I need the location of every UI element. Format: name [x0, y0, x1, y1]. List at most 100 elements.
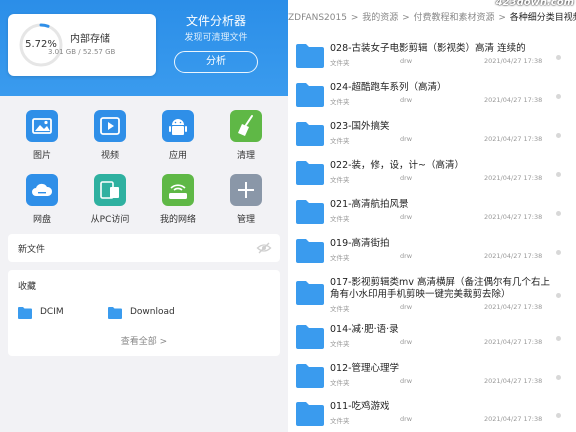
favorite-label: Download: [130, 307, 175, 317]
folder-date: 2021/04/27 17:38: [484, 252, 543, 260]
select-indicator[interactable]: [556, 172, 561, 177]
folder-date: 2021/04/27 17:38: [484, 135, 543, 143]
folder-name: 011-吃鸡游戏: [330, 401, 390, 412]
category-grid: 图片 视频 应用 清理 网盘 从PC访问 我的网络 管理: [8, 102, 280, 228]
router-icon: [162, 174, 194, 206]
bottom-bar: [288, 426, 576, 432]
folder-icon: [296, 364, 324, 388]
folder-icon: [296, 325, 324, 349]
eye-off-icon[interactable]: [256, 240, 272, 256]
folder-type: 文件夹: [330, 137, 350, 145]
category-label: 应用: [168, 151, 187, 161]
folder-row[interactable]: 023-国外搞笑 文件夹 drw 2021/04/27 17:38: [288, 119, 576, 155]
folder-row[interactable]: 014-减·肥·语·录 文件夹 drw 2021/04/27 17:38: [288, 322, 576, 358]
storage-header: 5.72% 内部存储 3.01 GB / 52.57 GB 文件分析器 发现可清…: [0, 0, 288, 96]
select-indicator[interactable]: [556, 94, 561, 99]
analyzer-title: 文件分析器: [185, 14, 246, 28]
select-indicator[interactable]: [556, 293, 561, 298]
folder-row[interactable]: 021-高清航拍风景 文件夹 drw 2021/04/27 17:38: [288, 197, 576, 233]
category-pc-access[interactable]: 从PC访问: [76, 166, 144, 226]
folder-permissions: drw: [400, 213, 413, 221]
category-videos[interactable]: 视频: [76, 102, 144, 162]
category-label: 图片: [32, 151, 51, 161]
category-label: 管理: [236, 215, 255, 225]
folder-name: 014-减·肥·语·录: [330, 324, 399, 335]
folder-name: 023-国外搞笑: [330, 121, 390, 132]
folder-permissions: drw: [400, 377, 413, 385]
new-files-card[interactable]: 新文件: [8, 234, 280, 262]
select-indicator[interactable]: [556, 211, 561, 216]
folder-type: 文件夹: [330, 340, 350, 348]
favorites-title: 收藏: [18, 282, 37, 292]
video-icon: [94, 110, 126, 142]
folder-icon: [296, 239, 324, 263]
select-indicator[interactable]: [556, 336, 561, 341]
folder-date: 2021/04/27 17:38: [484, 303, 543, 311]
folder-browser: 423down.com ZDFANS2015 > 我的资源 > 付费教程和素材资…: [288, 0, 576, 432]
breadcrumb-current[interactable]: 各种细分类目视频: [510, 13, 576, 23]
folder-row[interactable]: 024-超酷跑车系列（高清） 文件夹 drw 2021/04/27 17:38: [288, 80, 576, 116]
internal-storage-card[interactable]: 5.72% 内部存储 3.01 GB / 52.57 GB: [8, 14, 156, 76]
favorite-label: DCIM: [40, 307, 64, 317]
breadcrumb-item[interactable]: ZDFANS2015: [288, 13, 347, 23]
category-label: 我的网络: [159, 215, 196, 225]
chevron-right-icon: >: [399, 13, 413, 23]
folder-date: 2021/04/27 17:38: [484, 377, 543, 385]
category-my-network[interactable]: 我的网络: [144, 166, 212, 226]
chevron-right-icon: >: [347, 13, 362, 23]
folder-date: 2021/04/27 17:38: [484, 96, 543, 104]
folder-icon: [296, 281, 324, 305]
folder-row[interactable]: 028-古装女子电影剪辑（影视类）高清 连续的 文件夹 drw 2021/04/27 …: [288, 41, 576, 77]
category-apps[interactable]: 应用: [144, 102, 212, 162]
analyze-button[interactable]: 分析: [174, 51, 258, 73]
select-indicator[interactable]: [556, 55, 561, 60]
folder-date: 2021/04/27 17:38: [484, 174, 543, 182]
folder-date: 2021/04/27 17:38: [484, 57, 543, 65]
category-cloud-drive[interactable]: 网盘: [8, 166, 76, 226]
category-label: 网盘: [32, 215, 51, 225]
folder-permissions: drw: [400, 135, 413, 143]
favorite-dcim[interactable]: DCIM: [18, 305, 88, 321]
folder-icon: [296, 83, 324, 107]
category-clean[interactable]: 清理: [212, 102, 280, 162]
folder-type: 文件夹: [330, 215, 350, 223]
folder-name: 024-超酷跑车系列（高清）: [330, 82, 447, 93]
folder-row[interactable]: 022-装，修，设，计~（高清） 文件夹 drw 2021/04/27 17:38: [288, 158, 576, 194]
select-indicator[interactable]: [556, 413, 561, 418]
image-icon: [26, 110, 58, 142]
category-label: 从PC访问: [90, 215, 130, 225]
folder-type: 文件夹: [330, 176, 350, 184]
favorite-download[interactable]: Download: [108, 305, 198, 321]
select-indicator[interactable]: [556, 375, 561, 380]
folder-row[interactable]: 012-管理心理学 文件夹 drw 2021/04/27 17:38: [288, 361, 576, 397]
folder-type: 文件夹: [330, 59, 350, 67]
category-images[interactable]: 图片: [8, 102, 76, 162]
folder-icon: [296, 402, 324, 426]
breadcrumb: ZDFANS2015 > 我的资源 > 付费教程和素材资源 > 各种细分类目视频: [288, 10, 576, 28]
folder-name: 019-高清街拍: [330, 238, 390, 249]
folder-permissions: drw: [400, 174, 413, 182]
breadcrumb-item[interactable]: 我的资源: [362, 13, 398, 23]
folder-date: 2021/04/27 17:38: [484, 213, 543, 221]
cloud-icon: [26, 174, 58, 206]
folder-type: 文件夹: [330, 379, 350, 387]
folder-name: 021-高清航拍风景: [330, 199, 409, 210]
folder-type: 文件夹: [330, 98, 350, 106]
view-all-link[interactable]: 查看全部 >: [8, 334, 280, 347]
storage-title: 内部存储: [70, 34, 110, 45]
folder-permissions: drw: [400, 338, 413, 346]
select-indicator[interactable]: [556, 250, 561, 255]
folder-permissions: drw: [400, 57, 413, 65]
folder-row[interactable]: 019-高清街拍 文件夹 drw 2021/04/27 17:38: [288, 236, 576, 272]
storage-size: 3.01 GB / 52.57 GB: [48, 48, 116, 56]
chevron-right-icon: >: [495, 13, 509, 23]
folder-icon: [296, 122, 324, 146]
folder-name: 028-古装女子电影剪辑（影视类）高清 连续的: [330, 43, 526, 54]
category-manage[interactable]: 管理: [212, 166, 280, 226]
folder-row[interactable]: 017-影视剪辑类mv 高清横屏（备注偶尔有几个右上角有小水印用手机剪映一键完美…: [288, 275, 576, 319]
folder-icon: [18, 307, 32, 319]
breadcrumb-item[interactable]: 付费教程和素材资源: [414, 13, 495, 23]
broom-icon: [230, 110, 262, 142]
select-indicator[interactable]: [556, 133, 561, 138]
folder-icon: [108, 307, 122, 319]
